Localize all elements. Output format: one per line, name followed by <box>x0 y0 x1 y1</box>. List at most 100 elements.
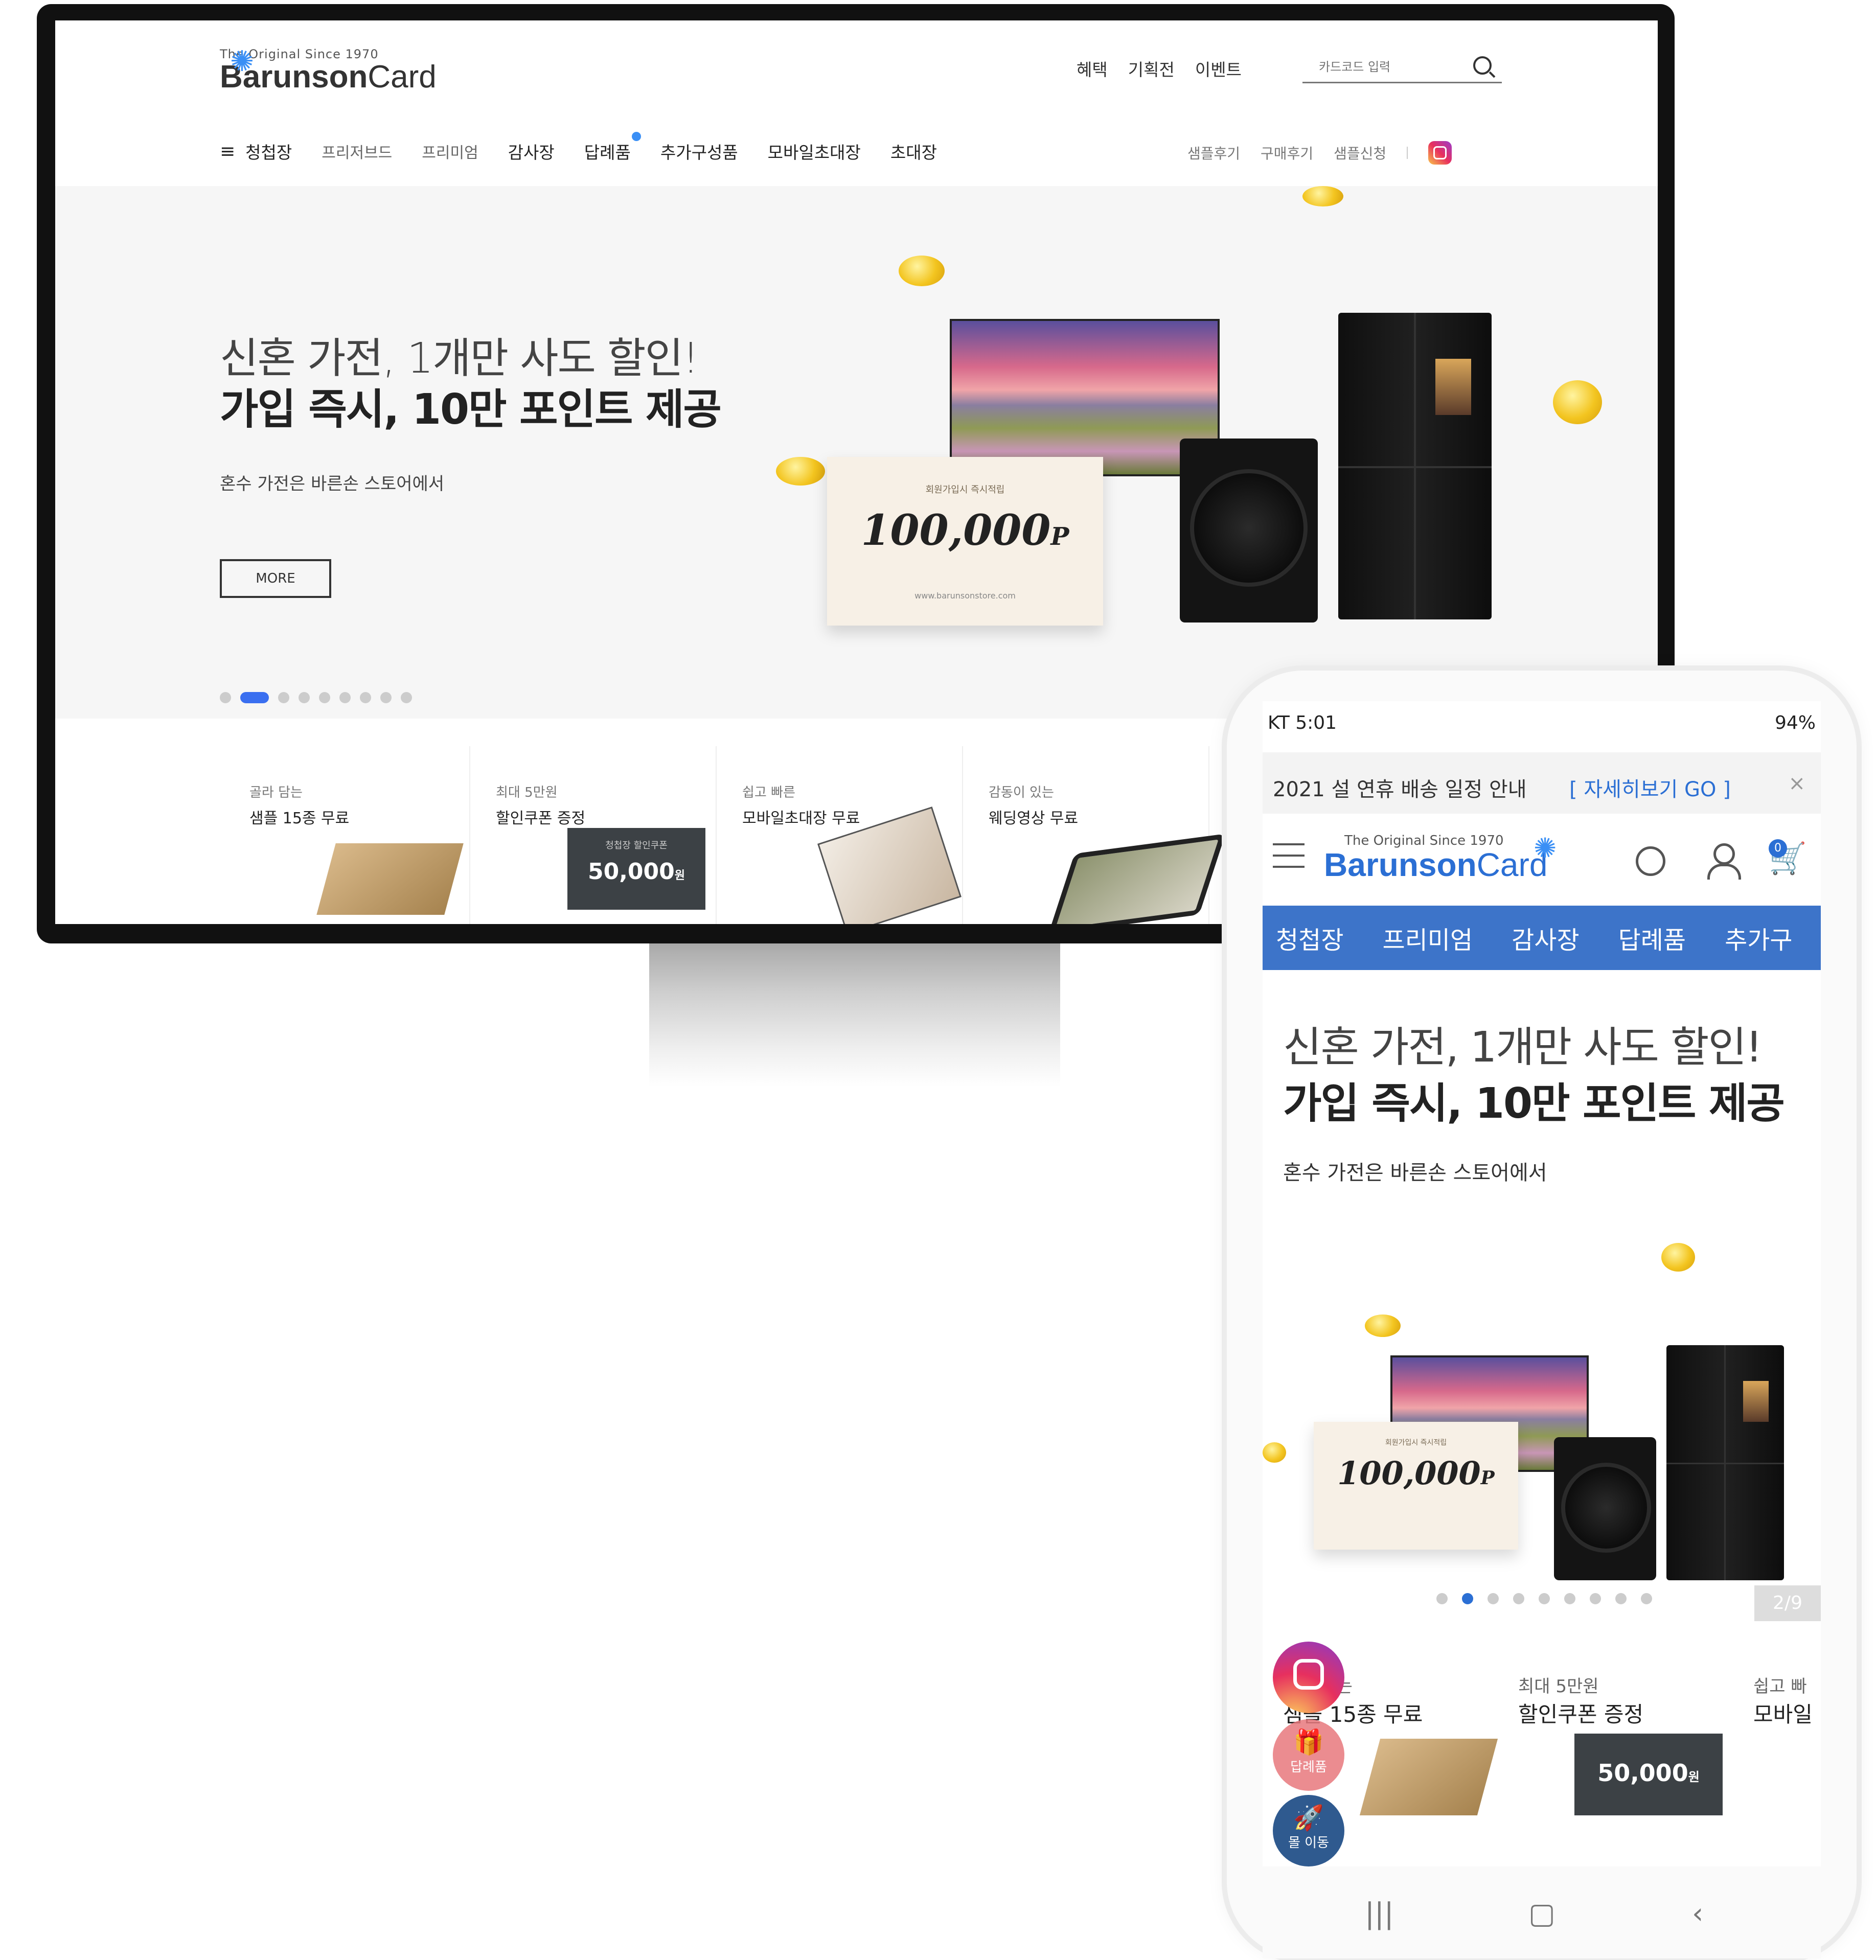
coin-icon <box>776 457 825 486</box>
slide-dot-active[interactable] <box>240 692 269 703</box>
card-title: 웨딩영상 무료 <box>989 810 1079 827</box>
card-small-text: 골라 담는 <box>249 785 303 800</box>
feature-card-coupon[interactable]: 최대 5만원 할인쿠폰 증정 청첩장 할인쿠폰 50,000원 <box>470 746 717 924</box>
back-icon[interactable]: ‹ <box>1692 1897 1703 1930</box>
hamburger-icon[interactable] <box>1273 843 1305 877</box>
search-icon[interactable] <box>1473 56 1492 75</box>
hero-subtitle: 혼수 가전은 바른손 스토어에서 <box>1283 1161 1547 1185</box>
user-icon[interactable] <box>1707 843 1741 880</box>
top-link-exhibition[interactable]: 기획전 <box>1128 56 1175 81</box>
hero-subtitle: 혼수 가전은 바른손 스토어에서 <box>220 474 445 494</box>
feature-card-wedding-video[interactable]: 감동이 있는 웨딩영상 무료 <box>963 746 1226 924</box>
close-icon[interactable]: × <box>1788 772 1805 795</box>
tab-extra[interactable]: 추가구 <box>1725 920 1792 956</box>
gift-icon: 🎁 <box>1293 1728 1324 1757</box>
tab-return-gift[interactable]: 답례품 <box>1618 920 1686 956</box>
status-carrier-time: KT 5:01 <box>1268 712 1337 733</box>
slide-dot-active[interactable] <box>1462 1593 1473 1604</box>
feature-card-mobile-invitation[interactable]: 쉽고 빠른 모바일초대장 무료 <box>717 746 963 924</box>
tab-wedding-invitation[interactable]: 청첩장 <box>1276 920 1343 956</box>
washer-image <box>1554 1437 1656 1580</box>
slide-dot[interactable] <box>360 692 371 703</box>
slide-dot[interactable] <box>299 692 310 703</box>
slide-dot[interactable] <box>319 692 330 703</box>
slide-dot[interactable] <box>1488 1593 1499 1604</box>
search-icon[interactable] <box>1636 846 1665 876</box>
nav-item-return-gift-label: 답례품 <box>584 143 631 163</box>
slide-dot[interactable] <box>220 692 231 703</box>
notice-text: 2021 설 연휴 배송 일정 안내 <box>1273 778 1527 801</box>
divider <box>1407 147 1408 159</box>
top-link-benefits[interactable]: 혜택 <box>1077 56 1108 81</box>
card-small-text: 쉽고 빠 <box>1753 1676 1807 1697</box>
nav-item-mobile-invitation[interactable]: 모바일초대장 <box>768 139 861 164</box>
card-small-text: 최대 5만원 <box>1518 1676 1599 1697</box>
card-title: 할인쿠폰 증정 <box>496 810 586 827</box>
ticket-url: www.barunsonstore.com <box>914 591 1016 601</box>
return-gift-floating-button[interactable]: 🎁 답례품 <box>1273 1719 1344 1791</box>
slide-pager[interactable]: 2/9 <box>1754 1585 1821 1621</box>
slide-dot[interactable] <box>1539 1593 1550 1604</box>
coupon-image: 청첩장 할인쿠폰 50,000원 <box>567 828 705 910</box>
card-small-text: 감동이 있는 <box>989 785 1054 800</box>
slide-dot[interactable] <box>380 692 392 703</box>
recent-apps-icon[interactable]: ||| <box>1365 1897 1394 1930</box>
search-input[interactable] <box>1318 59 1473 75</box>
mall-floating-button[interactable]: 🚀 몰 이동 <box>1273 1795 1344 1866</box>
feature-card-samples[interactable]: 골라 담는 샘플 15종 무료 <box>224 746 470 924</box>
slide-dot[interactable] <box>1436 1593 1448 1604</box>
feature-card-coupon[interactable]: 최대 5만원 할인쿠폰 증정 50,000원 <box>1518 1672 1753 1841</box>
instagram-icon[interactable] <box>1428 141 1452 165</box>
subnav-sample-request[interactable]: 샘플신청 <box>1334 143 1386 163</box>
nav-item-invitation[interactable]: 초대장 <box>890 139 937 164</box>
slide-dot[interactable] <box>278 692 289 703</box>
tab-thank-you-card[interactable]: 감사장 <box>1512 920 1579 956</box>
mobile-category-tabs: 청첩장 프리미엄 감사장 답례품 추가구 <box>1263 906 1821 970</box>
sub-nav: 샘플후기 구매후기 샘플신청 <box>1187 141 1452 165</box>
tablet-image <box>1048 834 1226 924</box>
monitor-stand <box>649 943 1060 1087</box>
nav-item-premium[interactable]: 프리미엄 <box>422 140 478 163</box>
coin-icon <box>1302 186 1343 206</box>
nav-item-extra-items[interactable]: 추가구성품 <box>660 139 738 164</box>
hamburger-icon[interactable]: ≡ <box>220 141 235 162</box>
slide-dot[interactable] <box>1615 1593 1627 1604</box>
coupon-caption: 청첩장 할인쿠폰 <box>605 840 668 851</box>
home-icon[interactable]: ▢ <box>1528 1897 1555 1930</box>
slide-dot[interactable] <box>339 692 351 703</box>
notice-link[interactable]: [ 자세히보기 GO ] <box>1569 773 1731 802</box>
subnav-sample-review[interactable]: 샘플후기 <box>1187 143 1240 163</box>
slide-dot[interactable] <box>1641 1593 1652 1604</box>
instagram-floating-button[interactable] <box>1273 1642 1344 1713</box>
hero-banner: 신혼 가전, 1개만 사도 할인! 가입 즉시, 10만 포인트 제공 혼수 가… <box>55 186 1658 719</box>
slide-dot[interactable] <box>401 692 412 703</box>
ticket-caption: 회원가입시 즉시적립 <box>925 485 1005 495</box>
nav-item-thank-you-card[interactable]: 감사장 <box>508 139 555 164</box>
sample-box-image <box>316 843 464 915</box>
top-link-event[interactable]: 이벤트 <box>1195 56 1242 81</box>
logo-star-icon: ✺ <box>1534 832 1557 864</box>
feature-card-mobile-invitation[interactable]: 쉽고 빠 모바일 <box>1753 1672 1821 1841</box>
slide-dot[interactable] <box>1590 1593 1601 1604</box>
card-title: 샘플 15종 무료 <box>249 810 350 827</box>
nav-item-return-gift[interactable]: 답례품 <box>584 132 641 164</box>
nav-item-wedding-invitation[interactable]: 청첩장 <box>245 139 292 164</box>
slide-dot[interactable] <box>1513 1593 1524 1604</box>
card-title: 모바일초대장 무료 <box>742 810 860 827</box>
mobile-logo[interactable]: The Original Since 1970 BarunsonCard <box>1324 833 1547 881</box>
cart-count-badge: 0 <box>1769 839 1787 858</box>
feature-cards: 골라 담는 샘플 15종 무료 최대 5만원 할인쿠폰 증정 청첩장 할인쿠폰 … <box>224 746 1226 924</box>
tab-premium[interactable]: 프리미엄 <box>1382 920 1473 956</box>
fridge-image <box>1666 1345 1784 1580</box>
ticket-value: 100,000P <box>1337 1455 1495 1492</box>
slide-dot[interactable] <box>1564 1593 1575 1604</box>
sample-box-image <box>1359 1739 1498 1815</box>
hero-title-line1: 신혼 가전, 1개만 사도 할인! <box>1283 1023 1763 1072</box>
nav-item-preserved[interactable]: 프리저브드 <box>322 140 392 163</box>
mall-label: 몰 이동 <box>1288 1835 1330 1851</box>
ticket-caption: 회원가입시 즉시적립 <box>1385 1439 1447 1447</box>
points-ticket: 회원가입시 즉시적립 100,000P www.barunsonstore.co… <box>827 457 1103 626</box>
gift-label: 답례품 <box>1290 1760 1327 1775</box>
more-button[interactable]: MORE <box>220 559 331 598</box>
subnav-purchase-review[interactable]: 구매후기 <box>1261 143 1313 163</box>
